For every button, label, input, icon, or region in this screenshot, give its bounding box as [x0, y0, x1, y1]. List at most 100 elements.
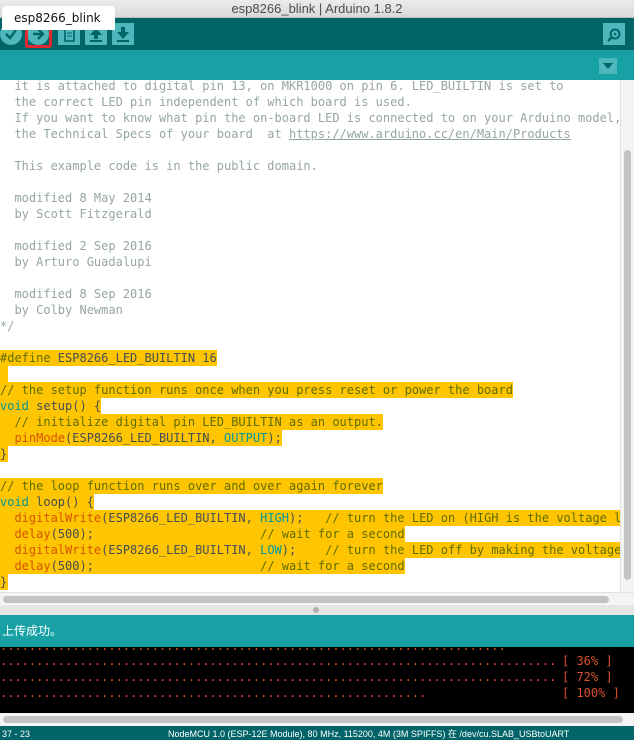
code-line: void loop() { [0, 494, 94, 510]
board-info: NodeMCU 1.0 (ESP-12E Module), 80 MHz, 11… [168, 729, 570, 739]
code-line: it is attached to digital pin 13, on MKR… [0, 80, 564, 94]
status-message: 上传成功。 [0, 615, 634, 647]
code-keyword: void [0, 495, 29, 509]
code-comment: // initialize digital pin LED_BUILTIN as… [0, 415, 383, 429]
code-text: loop() { [28, 495, 94, 509]
code-comment: If you want to know what pin the on-boar… [0, 111, 620, 125]
code-line: This example code is in the public domai… [0, 158, 318, 174]
code-comment: it is attached to digital pin 13, on MKR… [0, 80, 564, 93]
footer-bar: 37 - 23 NodeMCU 1.0 (ESP-12E Module), 80… [0, 726, 634, 740]
code-text: (ESP8266_LED_BUILTIN, [65, 431, 224, 445]
console-output: ........................................… [0, 647, 634, 713]
progress-percent: [ 36% ] [562, 654, 613, 668]
code-text: ); [267, 431, 282, 445]
code-line: the correct LED pin independent of which… [0, 94, 411, 110]
progress-percent: [ 72% ] [562, 670, 613, 684]
code-comment: // turn the LED off by making the voltag… [296, 543, 620, 557]
editor-vertical-scrollbar[interactable] [620, 80, 634, 592]
code-comment: */ [0, 319, 15, 333]
code-function: digitalWrite [14, 511, 102, 525]
code-text: ); [281, 543, 297, 557]
code-editor[interactable]: it is attached to digital pin 13, on MKR… [0, 80, 620, 592]
code-line: digitalWrite(ESP8266_LED_BUILTIN, HIGH);… [0, 510, 620, 526]
tab-bar [0, 50, 634, 80]
code-line: } [0, 446, 8, 462]
code-line: pinMode(ESP8266_LED_BUILTIN, OUTPUT); [0, 430, 282, 446]
pane-splitter[interactable] [0, 605, 634, 615]
code-comment: modified 2 Sep 2016 [0, 239, 152, 253]
code-line: modified 8 Sep 2016 [0, 286, 152, 302]
tab-menu-button[interactable] [599, 58, 617, 74]
code-text: (500); [50, 559, 94, 573]
progress-percent: [ 100% ] [562, 686, 620, 700]
progress-dots: ........................................… [0, 654, 557, 668]
code-comment: // turn the LED on (HIGH is the voltage … [325, 511, 620, 525]
code-keyword: void [0, 399, 29, 413]
code-link: https://www.arduino.cc/en/Main/Products [288, 127, 571, 141]
code-comment: // the setup function runs once when you… [0, 383, 513, 397]
code-function: digitalWrite [14, 543, 102, 557]
code-line: void setup() { [0, 398, 102, 414]
code-comment: // wait for a second [93, 527, 405, 541]
code-line: */ [0, 318, 14, 334]
console-line: ........................................… [0, 653, 634, 669]
code-text: (ESP8266_LED_BUILTIN, [101, 543, 261, 557]
line-position: 37 - 23 [2, 729, 31, 739]
console-horizontal-scrollbar[interactable] [0, 713, 634, 726]
code-comment: by Colby Newman [0, 303, 123, 317]
code-comment: the Technical Specs of your board at [0, 127, 289, 141]
code-line [0, 366, 8, 382]
code-line: digitalWrite(ESP8266_LED_BUILTIN, LOW); … [0, 542, 620, 558]
editor-horizontal-scrollbar-thumb[interactable] [3, 596, 609, 603]
code-line: the Technical Specs of your board at htt… [0, 126, 571, 142]
code-text: } [0, 575, 8, 589]
code-constant: LOW [260, 543, 282, 557]
code-text: (500); [50, 527, 94, 541]
code-line: // initialize digital pin LED_BUILTIN as… [0, 414, 383, 430]
magnifier-icon [607, 28, 621, 42]
code-text: } [0, 447, 8, 461]
code-text: ); [289, 511, 304, 525]
code-text: setup() { [28, 399, 102, 413]
code-constant: OUTPUT [223, 431, 268, 445]
tab-esp8266-blink[interactable]: esp8266_blink [2, 6, 115, 30]
console-line: ........................................… [0, 685, 634, 701]
code-comment: by Arturo Guadalupi [0, 255, 152, 269]
code-line: modified 8 May 2014 [0, 190, 152, 206]
code-function: delay [14, 559, 51, 573]
code-line: by Scott Fitzgerald [0, 206, 152, 222]
console-scrollbar-thumb[interactable] [3, 716, 623, 723]
code-line: // the setup function runs once when you… [0, 382, 513, 398]
code-directive: #define [0, 351, 51, 365]
progress-dots: ........................................… [0, 670, 557, 684]
code-line: delay(500); // wait for a second [0, 558, 405, 574]
code-comment: // the loop function runs over and over … [0, 479, 383, 493]
code-line: // the loop function runs over and over … [0, 478, 383, 494]
code-comment: This example code is in the public domai… [0, 159, 318, 173]
code-line: modified 2 Sep 2016 [0, 238, 152, 254]
console-line: ........................................… [0, 669, 634, 685]
code-line: by Colby Newman [0, 302, 123, 318]
editor-vertical-scrollbar-thumb[interactable] [624, 150, 631, 580]
chevron-down-icon [603, 63, 613, 69]
editor-horizontal-scrollbar[interactable] [0, 592, 634, 605]
code-comment: by Scott Fitzgerald [0, 207, 152, 221]
save-button[interactable] [112, 23, 134, 45]
code-function: pinMode [14, 431, 66, 445]
arrow-down-icon [117, 27, 129, 42]
code-line: } [0, 574, 8, 590]
code-line: #define ESP8266_LED_BUILTIN 16 [0, 350, 217, 366]
code-comment: modified 8 Sep 2016 [0, 287, 152, 301]
code-text: ESP8266_LED_BUILTIN 16 [50, 351, 217, 365]
splitter-handle[interactable] [313, 607, 319, 613]
code-constant: HIGH [260, 511, 290, 525]
code-comment: modified 8 May 2014 [0, 191, 152, 205]
code-text: (ESP8266_LED_BUILTIN, [101, 511, 261, 525]
code-function: delay [14, 527, 51, 541]
serial-monitor-button[interactable] [603, 23, 625, 45]
